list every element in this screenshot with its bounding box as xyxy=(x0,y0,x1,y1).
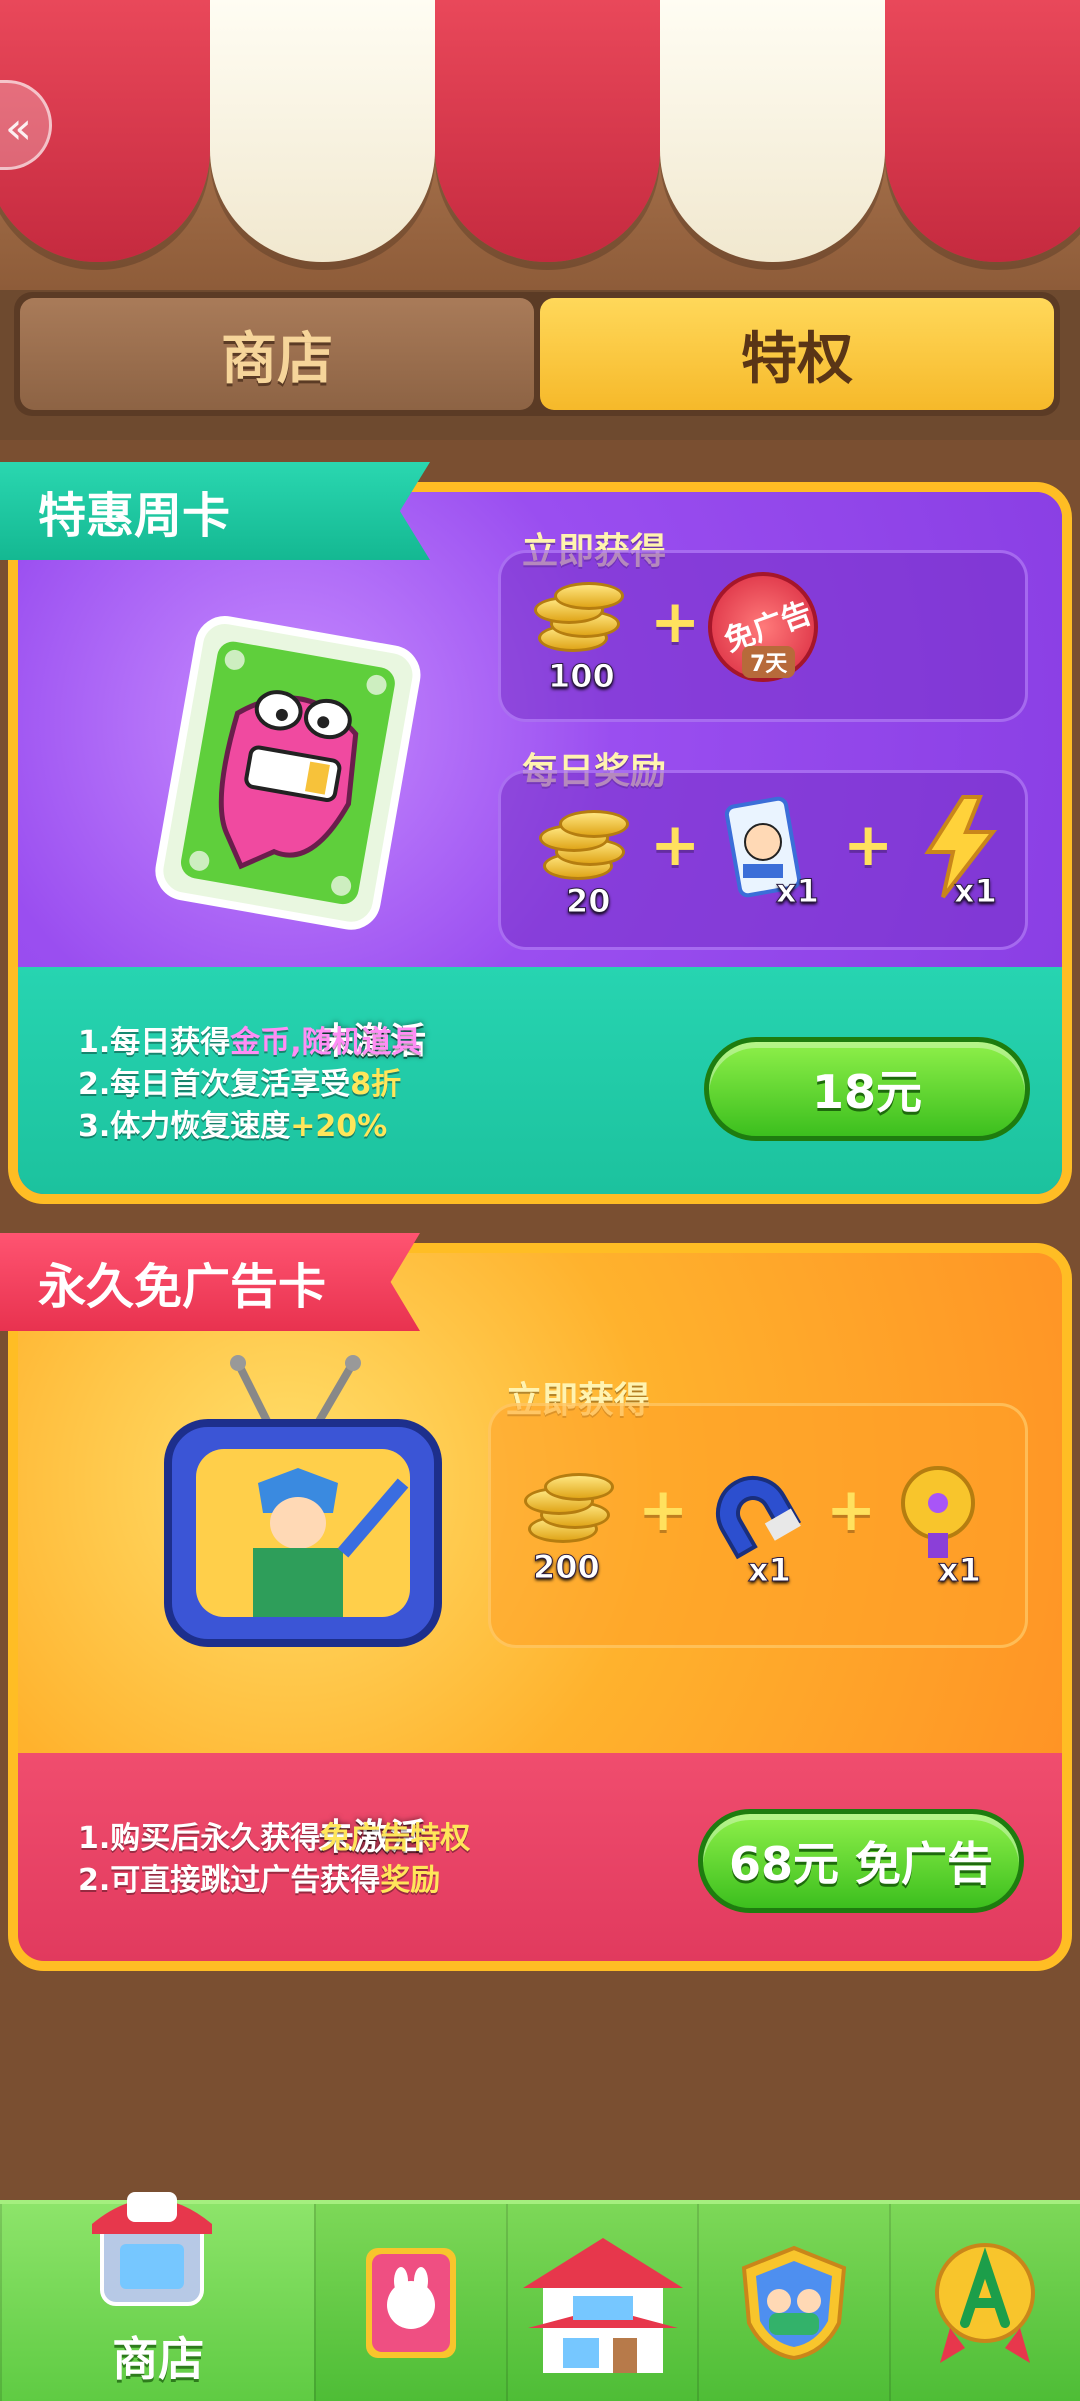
coin-stack-icon xyxy=(528,582,628,662)
plus-icon: + xyxy=(843,810,894,880)
plus-icon: + xyxy=(650,587,701,657)
weekly-daily-coins: 20 xyxy=(566,882,612,921)
noad-description: 1.购买后永久获得免广告特权 2.可直接跳过广告获得奖励 xyxy=(78,1818,470,1902)
noad-card: 未激活 立即获得 200 + x1 + x1 1.购买后永久获得免广告特权 2.… xyxy=(8,1243,1072,1971)
noad-instant-coins: 200 xyxy=(533,1548,601,1587)
weekly-daily-item-qty: x1 xyxy=(776,872,820,911)
desc-highlight: +20% xyxy=(290,1109,388,1144)
no-ad-days: 7天 xyxy=(742,646,796,678)
weekly-card: 未激活 立即获得 100 + 免广告 7天 每日奖励 20 + x1 + x1 … xyxy=(8,482,1072,1204)
noad-buy-button[interactable]: 68元 免广告 xyxy=(698,1809,1024,1913)
awning-stripe xyxy=(660,0,885,262)
shop-tabs: 商店 特权 xyxy=(14,292,1060,416)
nav-item-team[interactable] xyxy=(697,2204,888,2401)
coin-stack-icon xyxy=(518,1473,618,1553)
house-icon xyxy=(522,2237,683,2373)
weekly-card-title: 特惠周卡 xyxy=(0,462,430,560)
bottom-nav: 商店 xyxy=(0,2192,1080,2401)
coin-stack-icon xyxy=(533,810,633,890)
plus-icon: + xyxy=(638,1475,689,1545)
desc-text: 1.每日获得 xyxy=(78,1025,231,1060)
weekly-description: 1.每日获得金币,随机道具 2.每日首次复活享受8折 3.体力恢复速度+20% xyxy=(78,1022,422,1148)
nav-label-shop: 商店 xyxy=(112,2332,205,2386)
nav-item-house[interactable] xyxy=(505,2204,697,2401)
awning-stripe xyxy=(885,0,1080,262)
tab-privilege[interactable]: 特权 xyxy=(540,298,1054,410)
awning-stripe xyxy=(435,0,660,262)
desc-highlight: 奖励 xyxy=(380,1863,441,1898)
noad-instant-magnet-qty: x1 xyxy=(748,1551,792,1590)
nav-item-shop[interactable]: 商店 xyxy=(0,2192,315,2401)
crocodile-card-icon xyxy=(155,616,421,930)
nav-item-achievement[interactable] xyxy=(888,2204,1080,2401)
desc-text: 2.每日首次复活享受 xyxy=(78,1067,351,1102)
desc-highlight: 免广告特权 xyxy=(320,1821,471,1856)
desc-text: 1.购买后永久获得 xyxy=(78,1821,321,1856)
shop-awning: « xyxy=(0,0,1080,290)
team-badge-icon xyxy=(741,2245,847,2360)
noad-instant-fan-qty: x1 xyxy=(938,1551,982,1590)
weekly-daily-energy-qty: x1 xyxy=(954,872,998,911)
tv-hero-icon xyxy=(164,1355,442,1647)
desc-highlight: 金币,随机道具 xyxy=(230,1025,422,1060)
desc-text: 2.可直接跳过广告获得 xyxy=(78,1863,381,1898)
plus-icon: + xyxy=(650,810,701,880)
shop-icon xyxy=(92,2192,212,2306)
tab-shop[interactable]: 商店 xyxy=(20,298,534,410)
plus-icon: + xyxy=(826,1475,877,1545)
book-icon xyxy=(366,2247,457,2358)
desc-text: 3.体力恢复速度 xyxy=(78,1109,291,1144)
back-arrow-icon: « xyxy=(5,103,32,154)
awning-stripe xyxy=(210,0,435,262)
noad-card-title: 永久免广告卡 xyxy=(0,1233,420,1331)
nav-item-book[interactable] xyxy=(314,2204,505,2401)
weekly-buy-button[interactable]: 18元 xyxy=(704,1037,1030,1141)
no-ad-badge-icon: 免广告 7天 xyxy=(708,572,818,682)
achievement-icon xyxy=(935,2242,1036,2363)
weekly-instant-coins: 100 xyxy=(548,657,616,696)
desc-highlight: 8折 xyxy=(350,1067,402,1102)
